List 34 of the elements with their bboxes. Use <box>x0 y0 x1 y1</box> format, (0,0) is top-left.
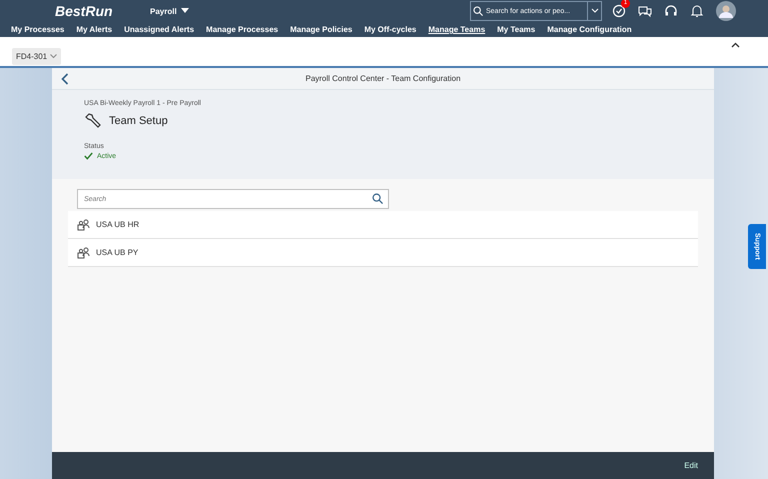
chevron-down-icon <box>590 8 598 14</box>
nav-tab[interactable]: Manage Teams <box>428 25 486 34</box>
nav-tab[interactable]: Unassigned Alerts <box>124 25 194 34</box>
nav-tab[interactable]: Manage Processes <box>206 25 278 34</box>
check-icon <box>84 152 93 160</box>
checklist-icon[interactable] <box>612 4 626 18</box>
logo[interactable]: BestRun <box>55 3 150 19</box>
nav-tab[interactable]: My Processes <box>11 25 64 34</box>
team-list-item[interactable]: USA UB HR <box>68 211 698 239</box>
dropdown-button[interactable] <box>588 1 602 21</box>
page-title: Payroll Control Center - Team Configuration <box>305 74 461 83</box>
nav-tab[interactable]: My Teams <box>497 25 536 34</box>
search-icon <box>473 6 483 16</box>
system-selector[interactable]: FD4-301 <box>12 48 62 64</box>
collapse-icon[interactable] <box>731 42 740 48</box>
caret-icon <box>180 8 189 14</box>
edit-button[interactable]: Edit <box>678 460 704 471</box>
chevron-down-icon <box>50 54 58 58</box>
nav-tab[interactable]: Manage Policies <box>290 25 352 34</box>
search-icon <box>372 193 383 204</box>
chat-icon[interactable] <box>638 4 652 18</box>
bell-icon[interactable] <box>690 4 704 18</box>
wrench-icon <box>84 112 101 129</box>
headset-icon[interactable] <box>664 4 678 18</box>
nav-tab[interactable]: Manage Configuration <box>547 25 632 34</box>
avatar[interactable] <box>716 1 736 21</box>
back-icon[interactable] <box>61 72 69 84</box>
nav-tab[interactable]: My Off-cycles <box>364 25 416 34</box>
group-icon <box>77 246 90 258</box>
group-icon <box>77 218 90 230</box>
heading: Team Setup <box>109 114 168 126</box>
nav-tab[interactable]: My Alerts <box>76 25 112 34</box>
team-list-item[interactable]: USA UB PY <box>68 239 698 267</box>
app-title-menu[interactable]: Payroll <box>150 6 189 16</box>
